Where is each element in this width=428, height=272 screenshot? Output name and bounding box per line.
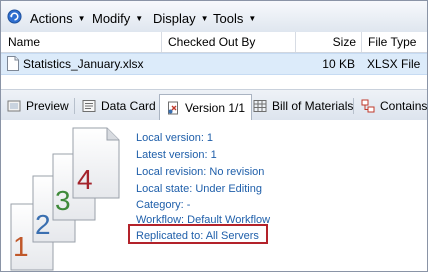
tab-divider [74,98,75,114]
menu-display[interactable]: Display ▼ [153,11,209,26]
data-card-icon [82,100,96,112]
tab-data-card[interactable]: Data Card [82,95,156,117]
column-header-name[interactable]: Name [8,32,40,52]
menu-tools[interactable]: Tools ▼ [213,11,256,26]
column-header-file-type[interactable]: File Type [361,32,416,52]
tab-preview[interactable]: Preview [7,95,69,117]
column-header-size[interactable]: Size [295,32,356,52]
version-number-3: 3 [55,185,71,216]
tab-contains-label: Contains [380,99,428,113]
table-row[interactable]: Statistics_January.xlsx 10 KB XLSX File [1,53,427,75]
menu-actions[interactable]: Actions ▼ [30,11,86,26]
chevron-down-icon: ▼ [135,13,144,23]
tab-version[interactable]: Version 1/1 [159,94,253,120]
file-type: XLSX File [367,57,421,71]
file-table-header: Name Checked Out By Size File Type [1,32,427,53]
version-icon [168,101,178,114]
tab-bill-of-materials-label: Bill of Materials [272,99,354,113]
version-number-1: 1 [13,231,29,262]
contains-icon [361,99,375,113]
menu-actions-label: Actions [30,11,73,26]
menu-display-label: Display [153,11,196,26]
detail-tabs: Preview Data Card Version 1/1 Bill of Ma… [1,89,427,121]
menu-tools-label: Tools [213,11,244,26]
menu-modify-label: Modify [92,11,131,26]
local-version-text: Local version: 1 [136,132,214,144]
chevron-down-icon: ▼ [248,13,257,23]
category-text: Category: - [136,199,191,211]
tab-version-label: Version 1/1 [185,100,246,115]
version-number-4: 4 [77,164,93,195]
chevron-down-icon: ▼ [77,13,86,23]
vault-refresh-icon[interactable] [7,9,22,24]
column-header-checked-out-by[interactable]: Checked Out By [161,32,255,52]
bill-of-materials-icon [253,100,267,112]
file-size: 10 KB [322,57,355,71]
table-blank-area [1,75,427,89]
local-state-text: Local state: Under Editing [136,183,262,195]
replicated-highlight-box [128,224,268,244]
vault-explorer-window: Actions ▼ Modify ▼ Display ▼ Tools ▼ Nam… [0,0,428,272]
document-icon [7,56,19,71]
tab-preview-label: Preview [26,99,69,113]
tab-bill-of-materials[interactable]: Bill of Materials [253,95,353,117]
version-stack-illustration: 1 2 3 4 [10,127,120,271]
tab-data-card-label: Data Card [101,99,156,113]
tab-divider [353,98,354,114]
preview-icon [7,100,21,112]
menu-modify[interactable]: Modify ▼ [92,11,143,26]
version-page-4: 4 [72,127,120,199]
local-revision-text: Local revision: No revision [136,166,265,178]
version-number-2: 2 [35,209,51,240]
tab-contains[interactable]: Contains [361,95,427,117]
file-name: Statistics_January.xlsx [23,57,144,71]
toolbar: Actions ▼ Modify ▼ Display ▼ Tools ▼ [1,1,427,33]
latest-version-text: Latest version: 1 [136,149,217,161]
chevron-down-icon: ▼ [200,13,209,23]
